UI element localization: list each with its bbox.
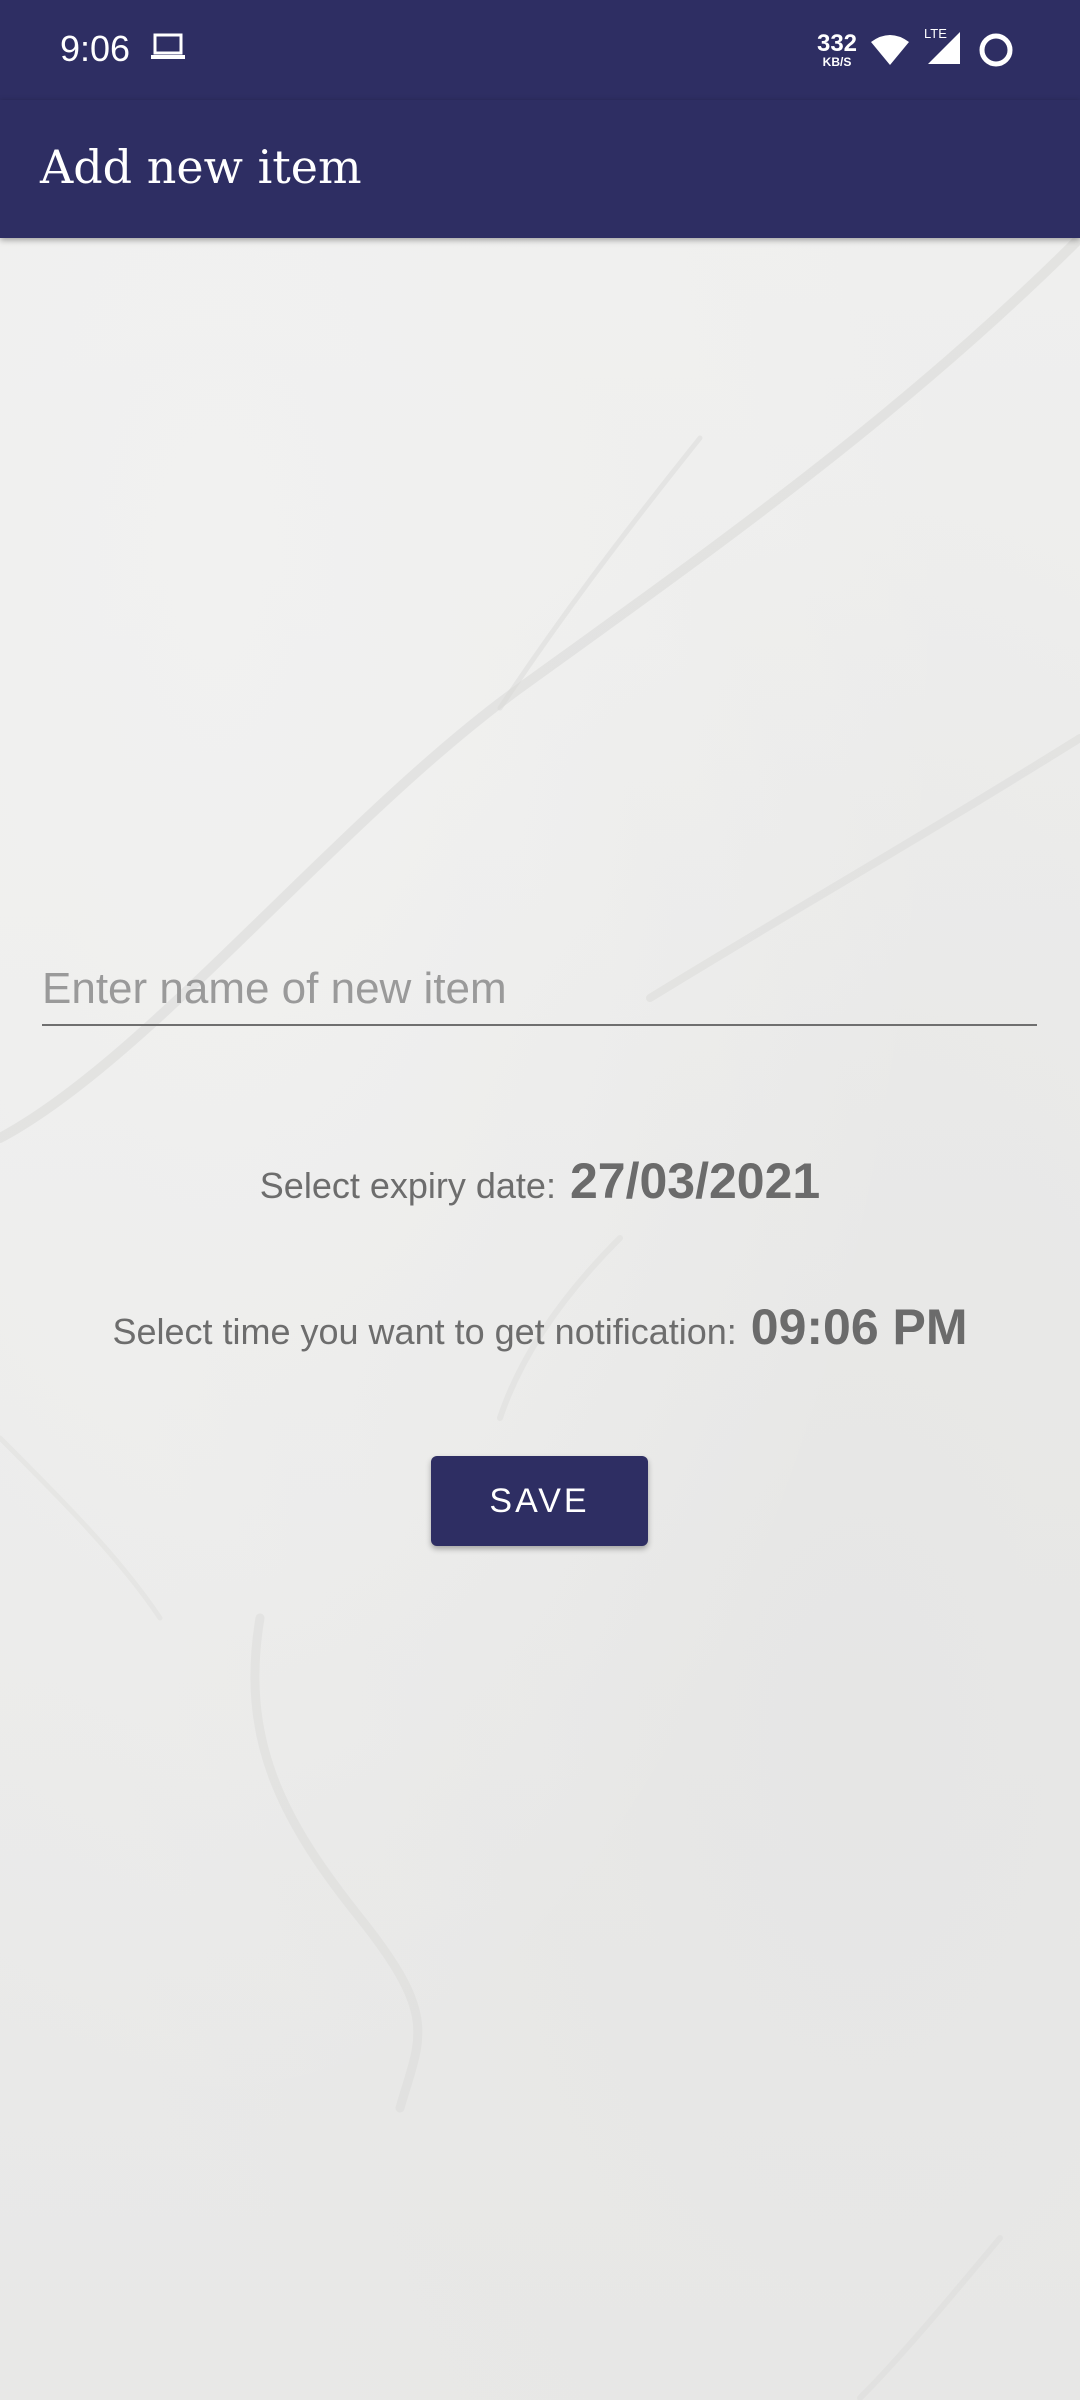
network-speed-value: 332 (816, 30, 858, 57)
notification-time-label: Select time you want to get notification… (112, 1311, 737, 1352)
network-speed: 332 KB/S (812, 30, 862, 69)
status-time: 9:06 (60, 28, 131, 69)
notification-time-value[interactable]: 09:06 PM (751, 1298, 968, 1356)
save-button[interactable]: SAVE (431, 1456, 648, 1546)
notification-time-row: Select time you want to get notification… (0, 1298, 1080, 1356)
page-title: Add new item (40, 140, 362, 194)
expiry-date-row: Select expiry date: 27/03/2021 (0, 1152, 1080, 1210)
network-speed-unit: KB/S (822, 55, 852, 69)
app-bar: Add new item (0, 100, 1080, 238)
expiry-date-label: Select expiry date: (259, 1165, 556, 1206)
expiry-date-value[interactable]: 27/03/2021 (570, 1152, 820, 1210)
status-bar: 9:06 332 KB/S LTE (0, 0, 1080, 100)
laptop-icon (150, 32, 186, 67)
battery-icon (978, 32, 1014, 73)
item-name-input[interactable] (42, 954, 1037, 1026)
signal-icon (926, 28, 962, 71)
wifi-icon (870, 34, 910, 71)
